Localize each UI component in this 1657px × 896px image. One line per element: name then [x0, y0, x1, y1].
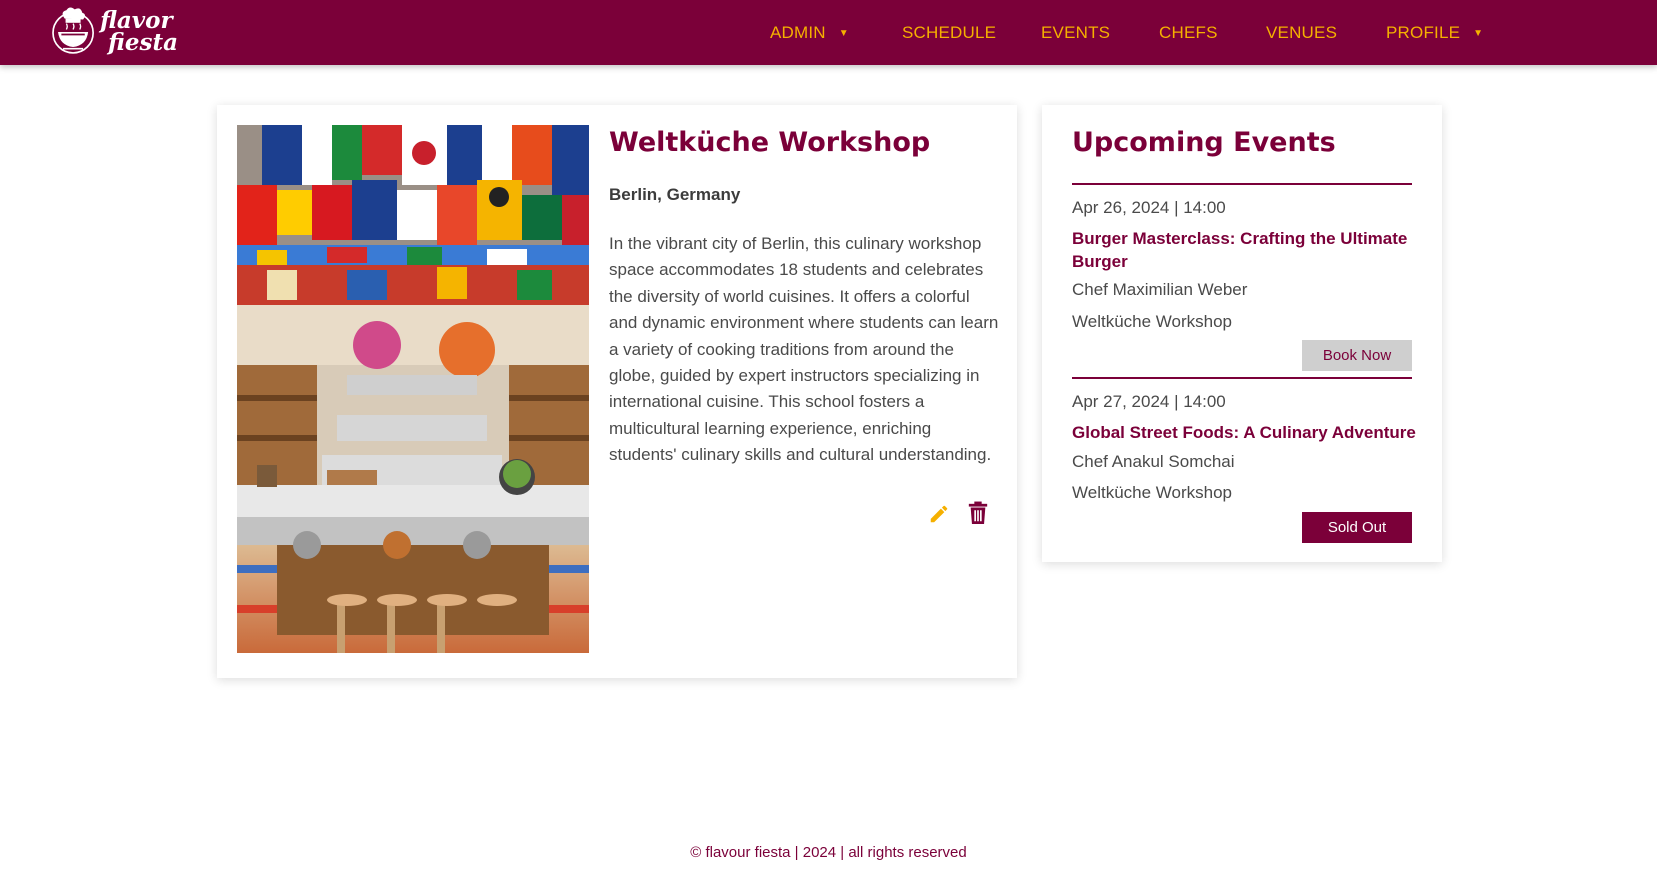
nav-item-events[interactable]: EVENTS	[1041, 21, 1110, 45]
venue-description: In the vibrant city of Berlin, this culi…	[609, 234, 999, 465]
venue-photo	[237, 125, 589, 653]
brand-wordmark: flavor fiesta	[100, 9, 178, 56]
venue-location: Berlin, Germany	[609, 185, 741, 204]
footer-copyright: © flavour fiesta | 2024 | all rights res…	[690, 844, 967, 861]
pencil-icon	[930, 505, 948, 523]
event-2-venue: Weltküche Workshop	[1072, 483, 1232, 502]
nav-item-venues-label: VENUES	[1266, 23, 1338, 42]
venue-photo-illustration	[237, 125, 589, 653]
event-2-chef: Chef Anakul Somchai	[1072, 452, 1235, 471]
caret-down-icon: ▼	[1473, 27, 1484, 39]
nav-item-profile[interactable]: PROFILE ▼	[1386, 21, 1483, 45]
events-divider	[1072, 183, 1412, 185]
nav-item-events-label: EVENTS	[1041, 23, 1111, 42]
event-2-name-link[interactable]: Global Street Foods: A Culinary Adventur…	[1072, 421, 1417, 444]
nav-item-schedule[interactable]: SCHEDULE	[902, 21, 996, 45]
sold-out-badge: Sold Out	[1302, 512, 1412, 543]
delete-venue-button[interactable]	[967, 501, 989, 525]
brand-wordmark-line2: fiesta	[108, 29, 178, 56]
event-1-name-link[interactable]: Burger Masterclass: Crafting the Ultimat…	[1072, 227, 1417, 273]
events-divider	[1072, 377, 1412, 379]
trash-icon	[968, 501, 988, 524]
nav-item-venues[interactable]: VENUES	[1266, 21, 1337, 45]
event-1-venue: Weltküche Workshop	[1072, 312, 1232, 331]
brand-logo[interactable]: flavor fiesta	[48, 2, 178, 62]
nav-item-chefs[interactable]: CHEFS	[1159, 21, 1218, 45]
upcoming-events-card: Upcoming Events Apr 26, 2024 | 14:00 Bur…	[1042, 105, 1442, 562]
venue-detail-card: Weltküche Workshop Berlin, Germany In th…	[217, 105, 1017, 678]
chef-bowl-logo-icon	[52, 7, 94, 54]
nav-item-chefs-label: CHEFS	[1159, 23, 1218, 42]
nav-item-schedule-label: SCHEDULE	[902, 23, 997, 42]
venue-title: Weltküche Workshop	[609, 127, 931, 158]
edit-venue-button[interactable]	[928, 502, 950, 526]
nav-item-admin-label: ADMIN	[770, 23, 826, 42]
nav-item-profile-label: PROFILE	[1386, 23, 1461, 42]
upcoming-events-title: Upcoming Events	[1072, 127, 1336, 158]
book-now-button[interactable]: Book Now	[1302, 340, 1412, 371]
event-1-date: Apr 26, 2024 | 14:00	[1072, 198, 1226, 217]
top-navbar: flavor fiesta ADMIN ▼ SCHEDULE EVENTS CH…	[0, 0, 1657, 65]
event-2-date: Apr 27, 2024 | 14:00	[1072, 392, 1226, 411]
event-1-chef: Chef Maximilian Weber	[1072, 280, 1248, 299]
caret-down-icon: ▼	[838, 27, 849, 39]
nav-item-admin[interactable]: ADMIN ▼	[770, 21, 849, 45]
